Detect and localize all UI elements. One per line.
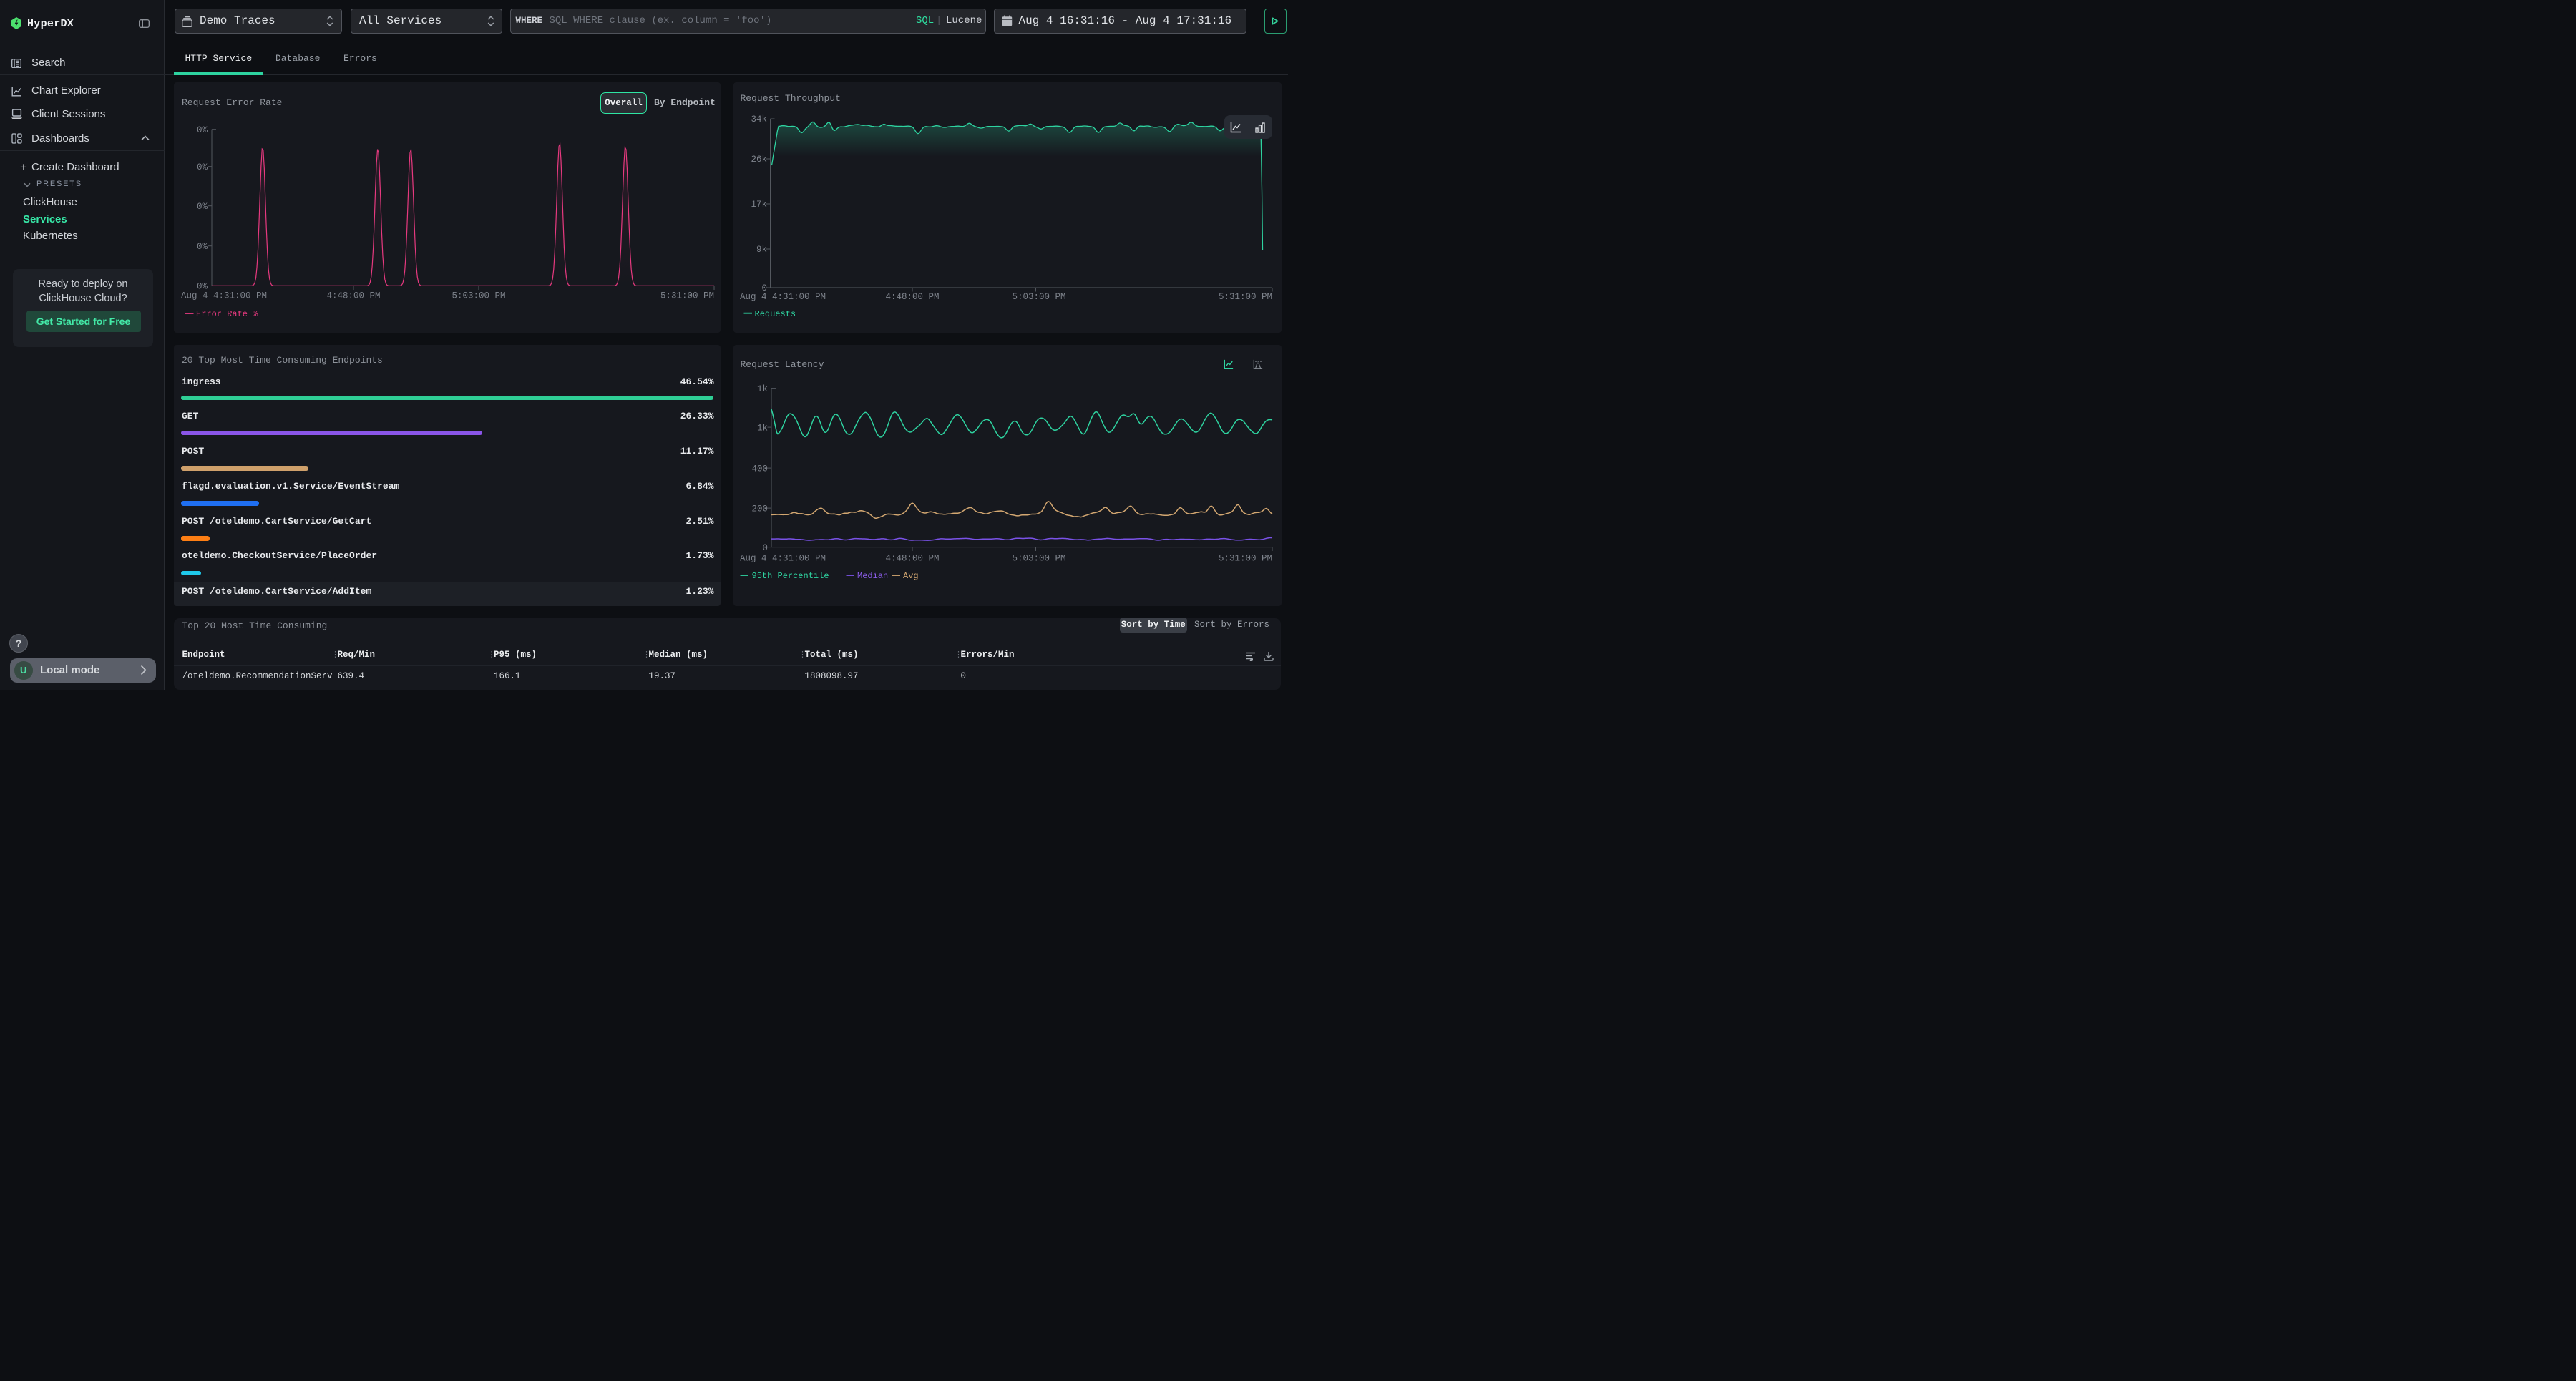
svg-text:Aug 4 4:31:00 PM: Aug 4 4:31:00 PM — [740, 292, 826, 302]
svg-text:5:31:00 PM: 5:31:00 PM — [660, 291, 714, 301]
svg-text:5:03:00 PM: 5:03:00 PM — [452, 291, 505, 301]
svg-text:95th Percentile: 95th Percentile — [751, 571, 829, 581]
svg-text:26k: 26k — [751, 155, 767, 165]
svg-text:1k: 1k — [756, 384, 767, 394]
svg-text:Aug 4 4:31:00 PM: Aug 4 4:31:00 PM — [181, 291, 267, 301]
svg-text:5:31:00 PM: 5:31:00 PM — [1218, 553, 1272, 563]
svg-text:5:03:00 PM: 5:03:00 PM — [1012, 553, 1065, 563]
svg-text:4:48:00 PM: 4:48:00 PM — [326, 291, 380, 301]
svg-text:1k: 1k — [756, 423, 767, 433]
svg-text:Aug 4 4:31:00 PM: Aug 4 4:31:00 PM — [740, 553, 826, 563]
svg-text:Avg: Avg — [903, 571, 919, 581]
svg-text:400: 400 — [751, 464, 768, 474]
svg-text:17k: 17k — [751, 200, 767, 210]
svg-text:Requests: Requests — [754, 308, 796, 318]
svg-text:4:48:00 PM: 4:48:00 PM — [885, 553, 939, 563]
svg-text:0%: 0% — [197, 241, 208, 251]
svg-text:0%: 0% — [197, 125, 208, 135]
svg-text:9k: 9k — [756, 245, 766, 255]
svg-text:0%: 0% — [197, 162, 208, 172]
svg-text:34k: 34k — [751, 114, 767, 125]
svg-text:4:48:00 PM: 4:48:00 PM — [885, 292, 939, 302]
svg-text:5:03:00 PM: 5:03:00 PM — [1012, 292, 1065, 302]
svg-text:0%: 0% — [197, 281, 208, 291]
svg-text:Error Rate %: Error Rate % — [196, 309, 258, 319]
svg-text:0%: 0% — [197, 201, 208, 211]
svg-text:200: 200 — [751, 504, 768, 514]
svg-text:Median: Median — [857, 571, 888, 581]
svg-text:5:31:00 PM: 5:31:00 PM — [1218, 292, 1272, 302]
svg-text:0: 0 — [762, 542, 768, 552]
